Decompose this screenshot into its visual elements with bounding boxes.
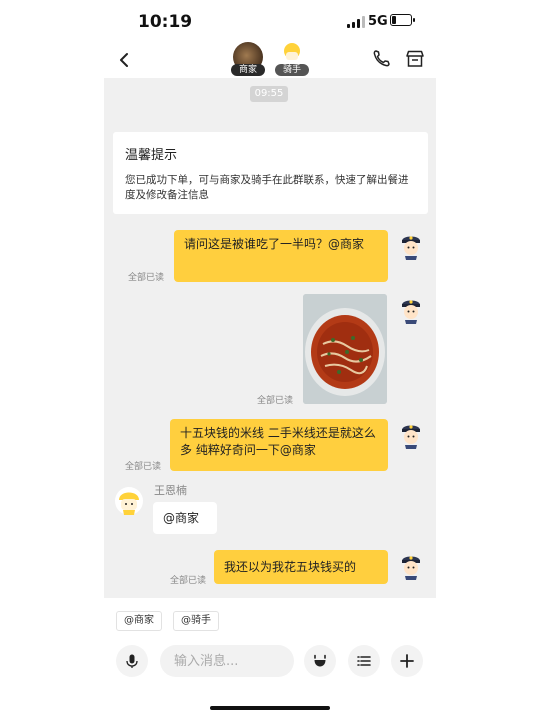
read-status: 全部已读	[170, 576, 207, 586]
mention-rider-chip[interactable]: @骑手	[173, 611, 219, 631]
quick-reply-button[interactable]	[348, 645, 380, 677]
message-bubble[interactable]: 我还以为我花五块钱买的	[214, 550, 388, 584]
merchant-avatar[interactable]: 商家	[231, 42, 265, 76]
tip-card: 温馨提示 您已成功下单，可与商家及骑手在此群联系，快速了解出餐进度及修改备注信息	[113, 132, 428, 214]
emoji-button[interactable]	[304, 645, 336, 677]
plus-icon	[400, 654, 414, 668]
voice-button[interactable]	[116, 645, 148, 677]
rider-chat-avatar[interactable]	[114, 486, 144, 516]
message-timestamp: 09:55	[250, 86, 288, 102]
status-bar: 10:19 5G	[0, 0, 540, 42]
sender-name: 王恩楠	[154, 484, 187, 497]
user-avatar[interactable]	[396, 550, 426, 580]
read-status: 全部已读	[257, 396, 294, 406]
merchant-tag: 商家	[231, 64, 265, 76]
mention-merchant-chip[interactable]: @商家	[116, 611, 162, 631]
message-bubble[interactable]: 请问这是被谁吃了一半吗？@商家	[174, 230, 388, 282]
police-avatar-icon	[402, 425, 420, 449]
tip-title: 温馨提示	[125, 148, 178, 163]
message-input[interactable]	[160, 645, 294, 677]
phone-icon	[373, 50, 390, 67]
chevron-left-icon	[120, 53, 128, 67]
tip-text: 您已成功下单，可与商家及骑手在此群联系，快速了解出餐进度及修改备注信息	[125, 174, 409, 201]
phone-button[interactable]	[370, 48, 392, 70]
message-image[interactable]	[303, 294, 387, 404]
battery-icon	[390, 14, 415, 26]
status-time: 10:19	[138, 12, 193, 32]
chat-area[interactable]: 09:55 温馨提示 您已成功下单，可与商家及骑手在此群联系，快速了解出餐进度及…	[104, 78, 436, 598]
police-avatar-icon	[402, 556, 420, 580]
network-label: 5G	[368, 14, 388, 29]
noodle-bowl-image	[303, 294, 387, 404]
user-avatar[interactable]	[396, 294, 426, 324]
home-indicator	[210, 706, 330, 710]
store-icon	[406, 50, 424, 67]
input-bar	[0, 645, 540, 679]
back-button[interactable]	[112, 48, 136, 72]
police-avatar-icon	[402, 236, 420, 260]
signal-icon	[347, 16, 365, 28]
user-avatar[interactable]	[396, 419, 426, 449]
message-bubble[interactable]: @商家	[153, 502, 217, 534]
rider-avatar-icon	[115, 487, 143, 515]
read-status: 全部已读	[125, 462, 162, 472]
more-button[interactable]	[391, 645, 423, 677]
read-status: 全部已读	[128, 273, 165, 283]
rider-avatar[interactable]: 骑手	[275, 42, 309, 76]
message-bubble[interactable]: 十五块钱的米线 二手米线还是就这么多 纯粹好奇问一下@商家	[170, 419, 388, 471]
microphone-icon	[126, 654, 138, 668]
list-icon	[357, 656, 371, 666]
chat-header: 商家 骑手	[0, 42, 540, 78]
emoji-icon	[314, 654, 326, 667]
rider-tag: 骑手	[275, 64, 309, 76]
user-avatar[interactable]	[396, 230, 426, 260]
store-button[interactable]	[404, 48, 426, 70]
police-avatar-icon	[402, 300, 420, 324]
